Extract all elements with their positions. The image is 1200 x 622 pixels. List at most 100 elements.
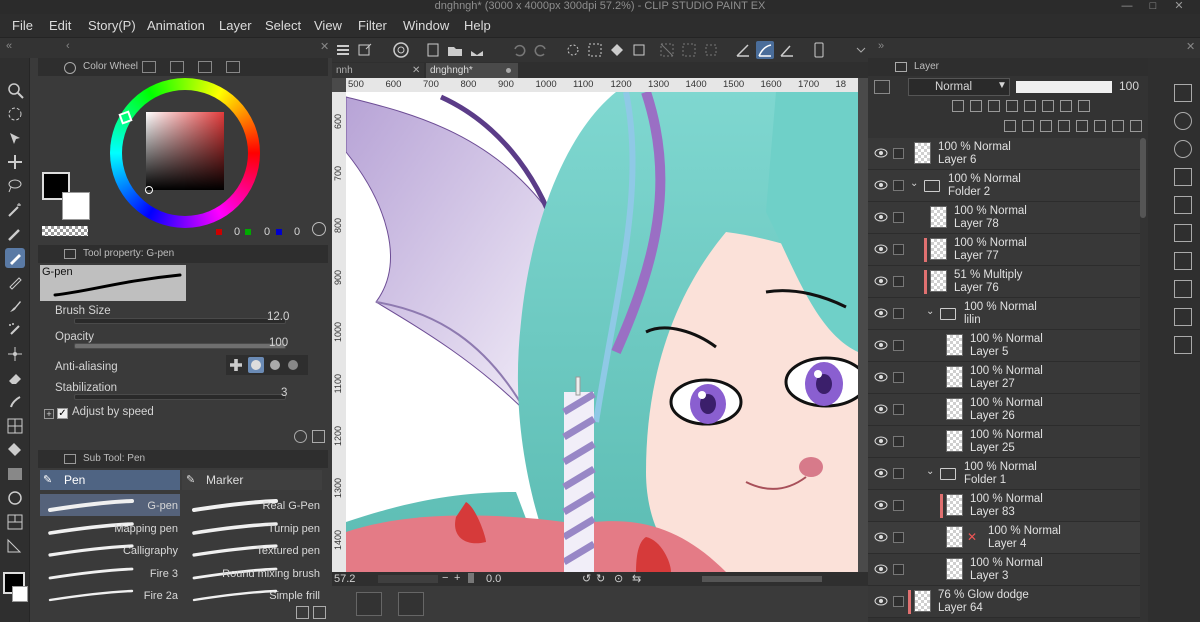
folder-expand-icon[interactable]: ⌄ — [926, 306, 934, 317]
brush-item-left[interactable]: Fire 2a — [144, 590, 178, 602]
brush-item-right[interactable]: Round mixing brush — [222, 568, 320, 580]
layer-select-checkbox[interactable] — [893, 180, 904, 191]
layer-row[interactable]: 100 % Normal Layer 26 — [868, 394, 1140, 426]
undo-icon[interactable] — [510, 41, 528, 59]
layer-row[interactable]: 76 % Glow dodge Layer 64 — [868, 586, 1140, 618]
layer-opacity-value[interactable]: 100 — [1119, 79, 1139, 93]
approximate-color-tab-icon[interactable] — [198, 61, 212, 73]
expand-plus-icon[interactable]: + — [44, 409, 54, 419]
menu-window[interactable]: Window — [403, 18, 449, 33]
new-vector-layer-icon[interactable] — [1022, 120, 1034, 132]
tab-nnh[interactable]: nnh ✕ — [332, 63, 424, 78]
antialias-none-icon[interactable] — [230, 359, 242, 371]
menu-edit[interactable]: Edit — [49, 18, 71, 33]
layer-select-checkbox[interactable] — [893, 596, 904, 607]
delete-subtool-icon[interactable] — [313, 606, 326, 619]
opacity-value[interactable]: 100 — [269, 337, 288, 349]
move-icon[interactable] — [5, 152, 25, 172]
device-icon[interactable] — [810, 41, 828, 59]
transfer-layer-icon[interactable] — [1058, 120, 1070, 132]
layer-row[interactable]: 100 % Normal Layer 27 — [868, 362, 1140, 394]
zoom-in-icon[interactable]: + — [454, 572, 460, 584]
layer-row[interactable]: 100 % Normal Layer 77 — [868, 234, 1140, 266]
layer-row[interactable]: 51 % Multiply Layer 76 — [868, 266, 1140, 298]
antialias-selector[interactable] — [226, 355, 308, 375]
brush-item-right[interactable]: Textured pen — [256, 545, 320, 557]
mask-icon[interactable] — [1042, 100, 1054, 112]
opacity-slider[interactable] — [74, 343, 286, 349]
snap-ruler-icon[interactable] — [734, 41, 752, 59]
snap-special-ruler-icon[interactable] — [756, 41, 774, 59]
pen-tool-icon[interactable] — [5, 248, 25, 268]
layer-row[interactable]: 100 % Normal Layer 25 — [868, 426, 1140, 458]
minimize-icon[interactable]: — — [1120, 0, 1134, 13]
layer-row[interactable]: ✕ 100 % Normal Layer 4 — [868, 522, 1140, 554]
fill-bucket-icon[interactable] — [5, 440, 25, 460]
lasso-icon[interactable] — [5, 176, 25, 196]
zoom-value[interactable]: 57.2 — [334, 573, 355, 585]
close-panel-icon[interactable]: ✕ — [320, 40, 329, 53]
color-history-tab-icon[interactable] — [226, 61, 240, 73]
color-picker-cursor[interactable] — [145, 186, 153, 194]
new-folder-icon[interactable] — [1040, 120, 1052, 132]
eye-icon[interactable] — [874, 371, 888, 383]
horizontal-scrollbar[interactable] — [702, 576, 822, 582]
layer-row[interactable]: 100 % Normal Layer 5 — [868, 330, 1140, 362]
redo-icon[interactable] — [532, 41, 550, 59]
draft-layer-icon[interactable] — [1006, 100, 1018, 112]
material-panel-icon[interactable] — [1174, 196, 1192, 214]
artwork-canvas[interactable] — [346, 92, 858, 572]
menu-icon[interactable] — [334, 41, 352, 59]
menu-filter[interactable]: Filter — [358, 18, 387, 33]
chevron-down-icon[interactable] — [852, 41, 870, 59]
navigator-icon[interactable] — [356, 592, 382, 616]
mask-layer-icon[interactable] — [1094, 120, 1106, 132]
blend-icon[interactable] — [5, 392, 25, 412]
layer-color-icon[interactable] — [874, 80, 890, 94]
zoom-icon[interactable] — [5, 80, 25, 100]
layer-row[interactable]: 100 % Normal Layer 78 — [868, 202, 1140, 234]
tab-dnghngh[interactable]: dnghngh* — [426, 63, 518, 78]
layer-scrollbar[interactable] — [1140, 138, 1146, 218]
eye-icon[interactable] — [874, 179, 888, 191]
layer-search-panel-icon[interactable] — [1174, 252, 1192, 270]
brush-item-left[interactable]: Fire 3 — [150, 568, 178, 580]
sub-color-box[interactable] — [62, 192, 90, 220]
clear-outside-icon[interactable] — [586, 41, 604, 59]
eye-icon[interactable] — [874, 563, 888, 575]
color-set-tab-icon[interactable] — [142, 61, 156, 73]
clip-studio-icon[interactable] — [392, 41, 410, 59]
lock-layer-icon[interactable] — [1024, 100, 1036, 112]
unsaved-dot-icon[interactable] — [506, 68, 511, 73]
eye-icon[interactable] — [874, 595, 888, 607]
palette-color-icon[interactable] — [1078, 100, 1090, 112]
menu-animation[interactable]: Animation — [147, 18, 205, 33]
ruler-icon[interactable] — [5, 536, 25, 556]
eyedropper-icon[interactable] — [5, 224, 25, 244]
tab-close-icon[interactable]: ✕ — [412, 63, 420, 78]
color-wheel-tab-icon[interactable] — [64, 62, 76, 74]
layer-select-checkbox[interactable] — [893, 436, 904, 447]
rotate-right-icon[interactable]: ↻ — [596, 572, 605, 585]
eye-icon[interactable] — [874, 531, 888, 543]
expand-icon[interactable]: » — [878, 40, 884, 52]
eye-icon[interactable] — [874, 435, 888, 447]
menu-layer[interactable]: Layer — [219, 18, 252, 33]
eye-icon[interactable] — [874, 307, 888, 319]
eraser-icon[interactable] — [5, 368, 25, 388]
color-slider-panel-icon[interactable] — [1174, 336, 1192, 354]
new-icon[interactable] — [356, 41, 374, 59]
brush-item-right[interactable]: Real G-Pen — [263, 500, 320, 512]
reference-layer-icon[interactable] — [988, 100, 1000, 112]
menu-select[interactable]: Select — [265, 18, 301, 33]
layer-select-checkbox[interactable] — [893, 532, 904, 543]
layer-select-checkbox[interactable] — [893, 404, 904, 415]
eye-icon[interactable] — [874, 243, 888, 255]
folder-expand-icon[interactable]: ⌄ — [910, 178, 918, 189]
sub-view-icon[interactable] — [398, 592, 424, 616]
layer-row[interactable]: 100 % Normal Layer 83 — [868, 490, 1140, 522]
eye-icon[interactable] — [874, 403, 888, 415]
brush-item-right[interactable]: Simple frill — [269, 590, 320, 602]
info-panel-icon[interactable] — [1174, 140, 1192, 158]
delete-layer-icon[interactable] — [1130, 120, 1142, 132]
